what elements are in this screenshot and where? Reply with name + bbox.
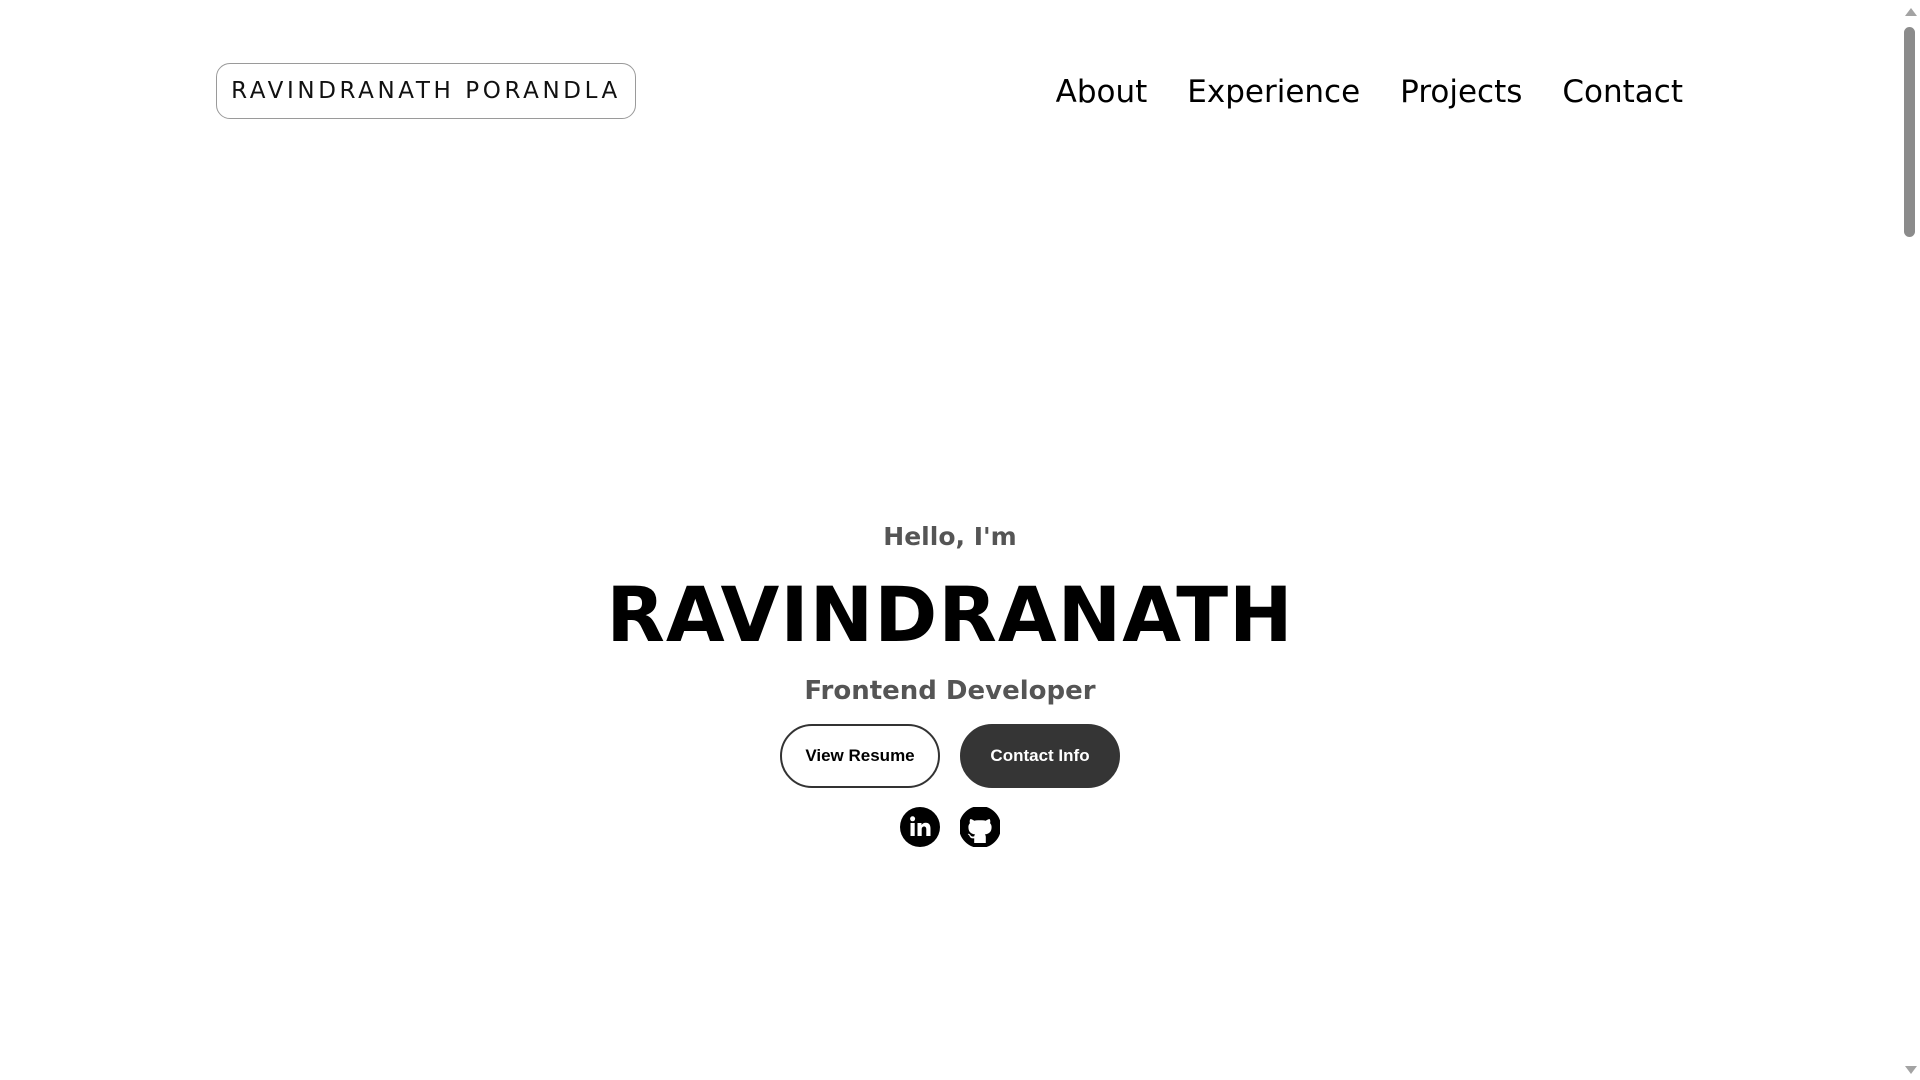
social-links [900, 807, 1000, 847]
nav-link-contact[interactable]: Contact [1562, 70, 1683, 114]
scrollbar-thumb[interactable] [1904, 27, 1915, 237]
logo[interactable]: RAVINDRANATH PORANDLA [216, 63, 636, 119]
portfolio-page: RAVINDRANATH PORANDLA About Experience P… [0, 0, 1920, 1080]
scroll-up-arrow-icon[interactable] [1905, 8, 1917, 16]
vertical-scrollbar[interactable] [1900, 0, 1920, 1080]
hero-section: Hello, I'm RAVINDRANATH Frontend Develop… [0, 520, 1900, 847]
view-resume-button[interactable]: View Resume [780, 724, 940, 788]
hero-name: RAVINDRANATH [606, 570, 1294, 659]
linkedin-icon[interactable] [900, 807, 940, 847]
github-icon[interactable] [960, 807, 1000, 847]
nav-link-projects[interactable]: Projects [1400, 70, 1522, 114]
contact-info-button[interactable]: Contact Info [960, 724, 1120, 788]
hero-buttons: View Resume Contact Info [780, 724, 1120, 788]
nav-link-about[interactable]: About [1056, 70, 1148, 114]
scroll-down-arrow-icon[interactable] [1905, 1066, 1917, 1074]
hero-role: Frontend Developer [804, 676, 1096, 706]
hero-greeting: Hello, I'm [883, 522, 1017, 551]
nav-link-experience[interactable]: Experience [1187, 70, 1360, 114]
main-nav: About Experience Projects Contact [1056, 70, 1683, 114]
